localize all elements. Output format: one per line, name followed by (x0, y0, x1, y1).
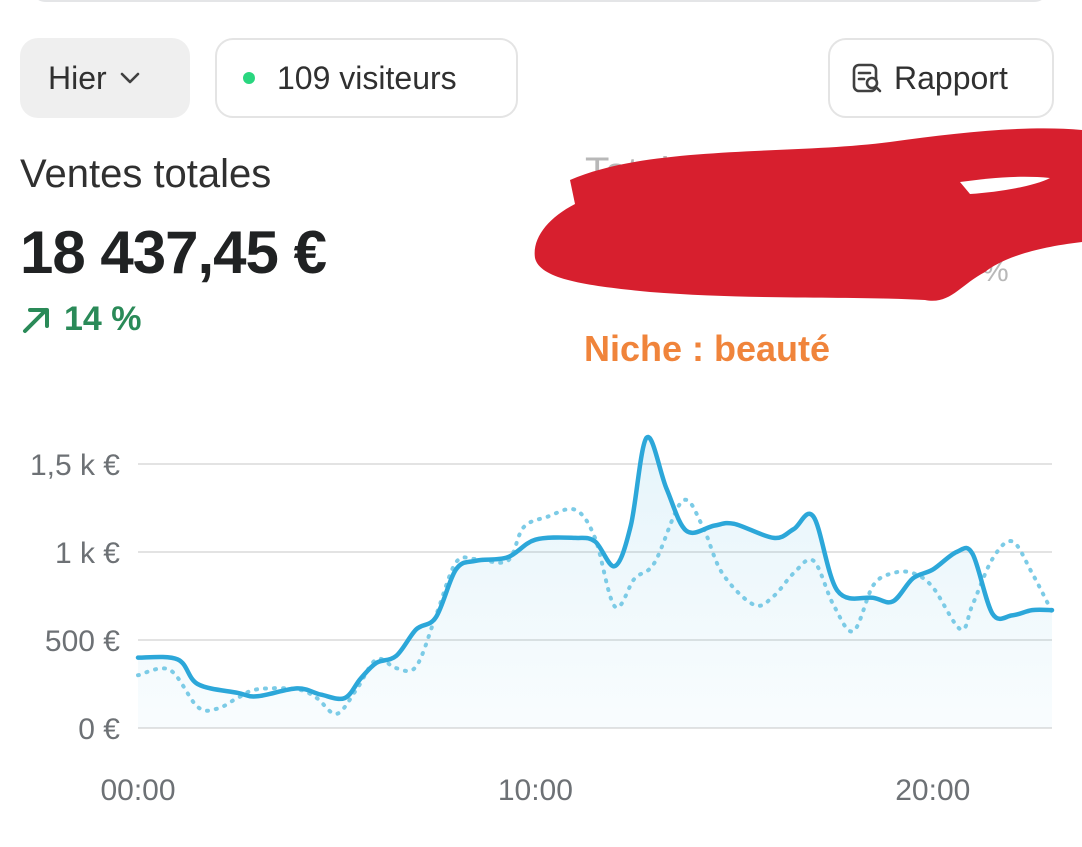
report-search-icon (850, 61, 884, 95)
hourly-sales-chart: 0 € 500 € 1 k € 1,5 k € 00:00 10:00 20:00 (30, 434, 1055, 807)
total-sales-value: 18 437,45 € (20, 219, 327, 286)
arrow-up-right-icon (20, 305, 54, 335)
top-container-edge (30, 0, 1050, 2)
chevron-down-icon (119, 71, 141, 85)
live-visitors-button[interactable]: 109 visiteurs (215, 38, 518, 118)
total-sales-label: Ventes totales (20, 152, 272, 196)
date-range-label: Hier (48, 59, 107, 96)
x-tick-label: 00:00 (100, 774, 175, 807)
y-tick-label: 0 € (78, 713, 120, 746)
report-button[interactable]: Rapport (828, 38, 1054, 118)
report-label: Rapport (894, 59, 1008, 96)
status-dot-icon (243, 72, 255, 84)
visitors-count-label: 109 visiteurs (277, 59, 457, 96)
x-tick-label: 20:00 (895, 774, 970, 807)
sales-change-indicator: 14 % (20, 300, 142, 339)
y-tick-label: 1 k € (55, 537, 120, 570)
sales-change-value: 14 % (64, 300, 142, 338)
niche-annotation: Niche : beauté (584, 328, 831, 369)
y-tick-label: 1,5 k € (30, 449, 120, 482)
x-tick-label: 10:00 (498, 774, 573, 807)
current-series-area (138, 436, 1052, 728)
date-range-button[interactable]: Hier (20, 38, 190, 118)
y-tick-label: 500 € (45, 625, 120, 658)
red-redaction-mark (534, 128, 1082, 301)
